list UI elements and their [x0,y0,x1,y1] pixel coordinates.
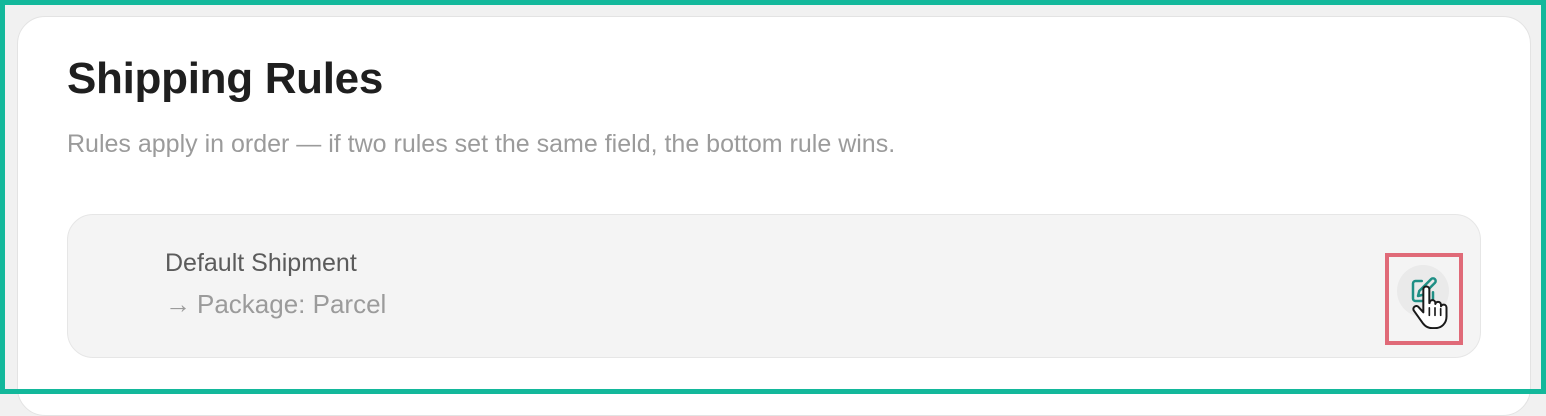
rule-effect-text: Package: Parcel [197,289,387,319]
rule-row-default-shipment[interactable]: Default Shipment → Package: Parcel [67,214,1481,358]
arrow-right-icon: → [165,289,191,319]
rule-name: Default Shipment [165,249,357,277]
page-title: Shipping Rules [67,54,384,103]
shipping-rules-card: Shipping Rules Rules apply in order — if… [17,16,1531,416]
edit-rule-button[interactable] [1397,265,1449,317]
edit-icon [1411,277,1437,303]
page-subtitle: Rules apply in order — if two rules set … [67,130,896,158]
rule-effect: → Package: Parcel [165,289,386,320]
